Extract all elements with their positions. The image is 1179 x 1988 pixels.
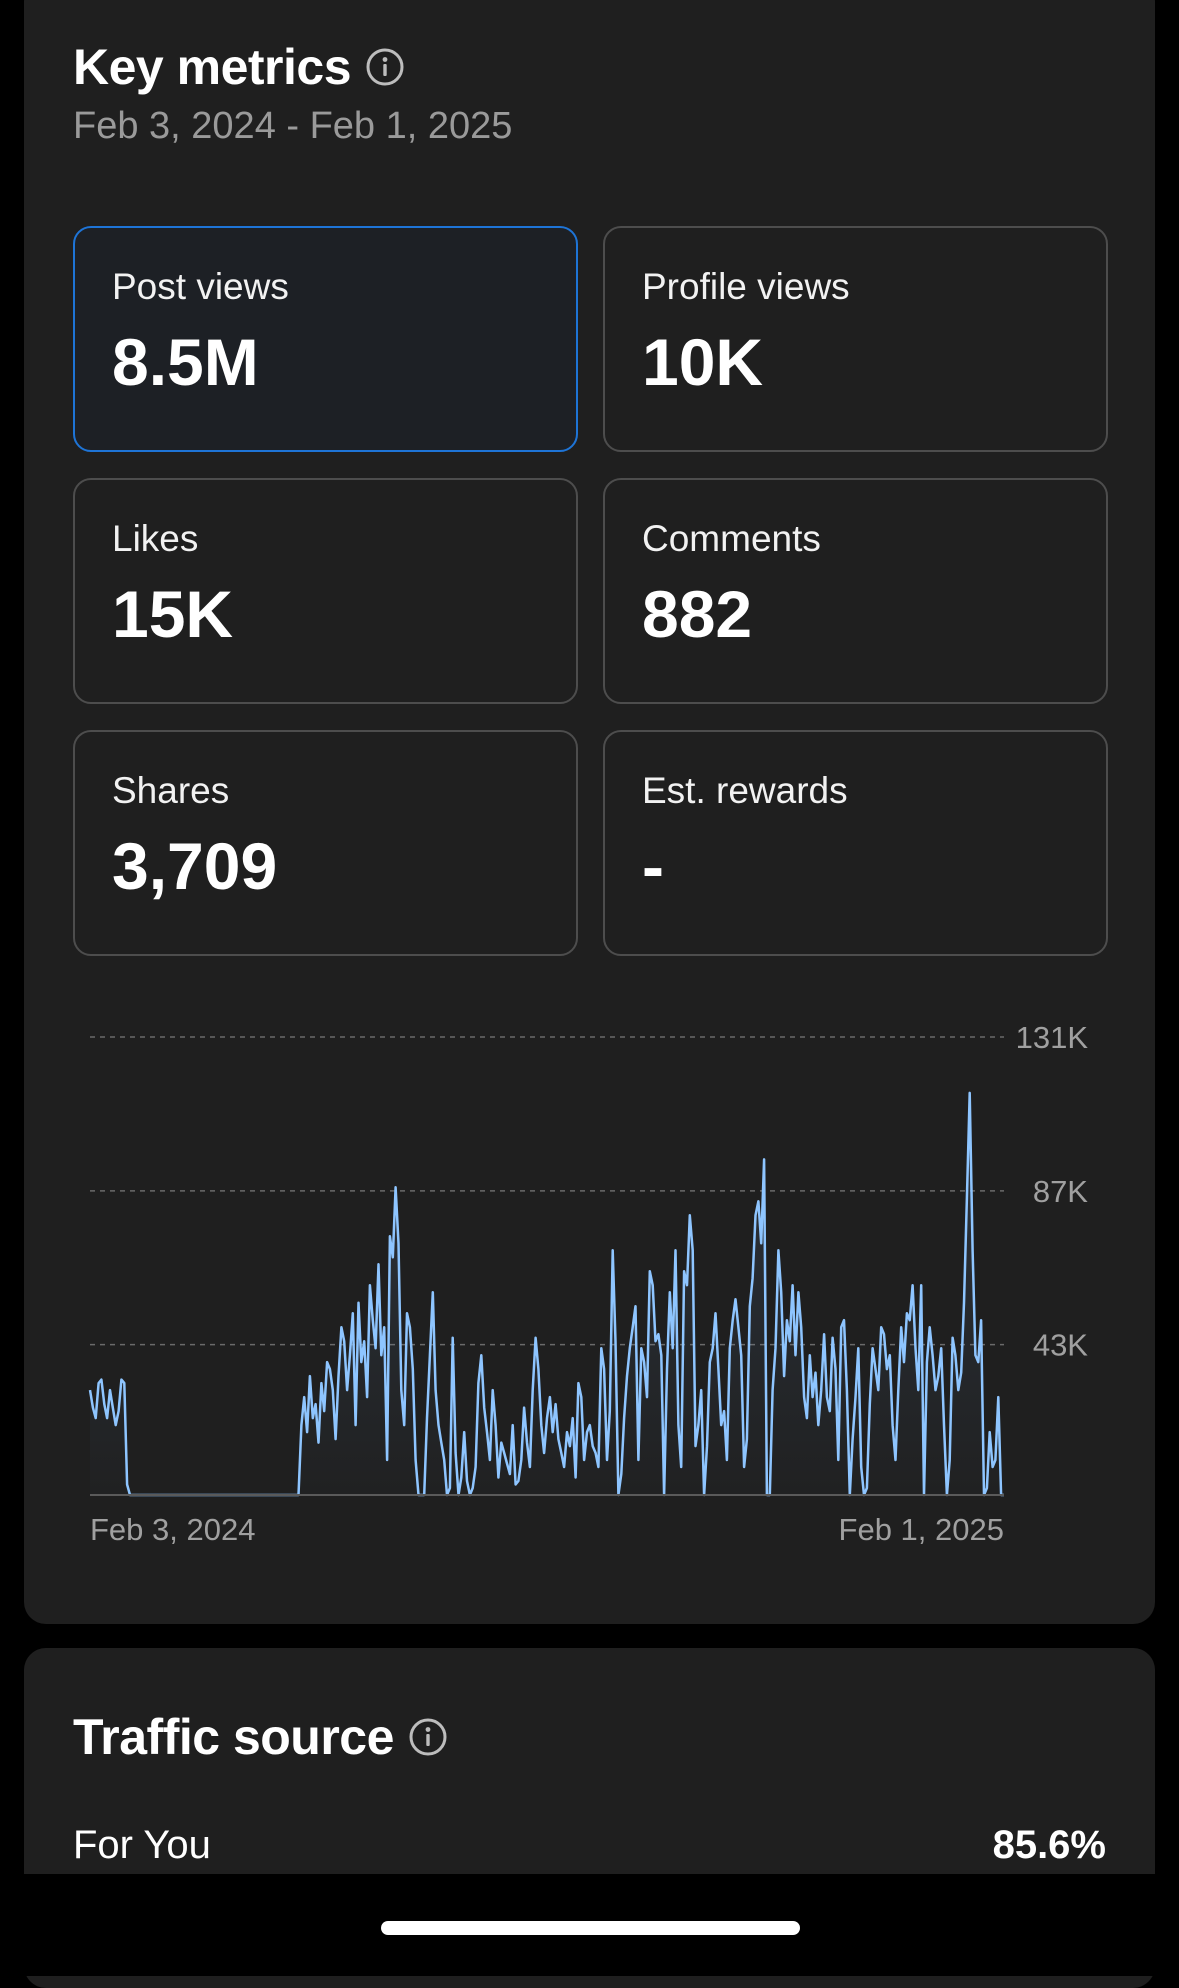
key-metrics-card: Key metrics Feb 3, 2024 - Feb 1, 2025 Po… — [24, 0, 1155, 1624]
chart-gridlines: 131K 87K 43K — [90, 1020, 1088, 1363]
chart-area-fill — [90, 1092, 1004, 1495]
post-views-chart[interactable]: 131K 87K 43K Feb 3, 2024 Feb 1, 2025 — [24, 0, 1155, 1624]
y-tick-label: 43K — [1033, 1328, 1088, 1363]
y-tick-label: 131K — [1016, 1020, 1089, 1055]
traffic-source-title: Traffic source — [73, 1709, 394, 1765]
info-icon[interactable] — [408, 1717, 448, 1757]
traffic-source-label: For You — [73, 1823, 211, 1867]
traffic-source-header: Traffic source — [73, 1708, 448, 1766]
y-tick-label: 87K — [1033, 1174, 1088, 1209]
home-indicator[interactable] — [381, 1921, 800, 1935]
traffic-source-row[interactable]: For You 85.6% — [73, 1823, 1106, 1868]
x-tick-label-end: Feb 1, 2025 — [839, 1512, 1004, 1547]
x-tick-label-start: Feb 3, 2024 — [90, 1512, 255, 1547]
traffic-source-percent: 85.6% — [992, 1823, 1106, 1867]
